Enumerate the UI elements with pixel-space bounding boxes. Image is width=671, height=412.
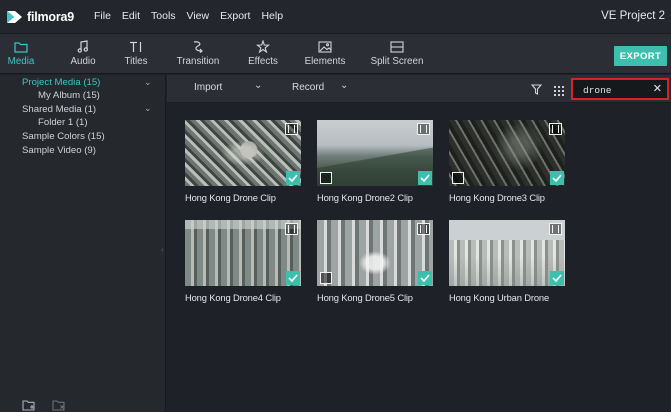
media-clip[interactable]: Hong Kong Drone2 Clip: [317, 120, 433, 203]
clip-title: Hong Kong Drone3 Clip: [449, 192, 545, 203]
grid-view-icon[interactable]: [554, 83, 564, 101]
sparkle-icon: [245, 37, 281, 56]
clip-thumbnail[interactable]: [185, 120, 301, 186]
music-note-icon: [66, 37, 100, 56]
tab-split-screen[interactable]: Split Screen: [370, 37, 424, 68]
media-clip[interactable]: Hong Kong Drone Clip: [185, 120, 301, 203]
sidebar-item-shared-media[interactable]: Shared Media (1): [22, 104, 96, 115]
media-header-bar: Import ⌄ Record ⌄ ✕: [167, 75, 671, 103]
text-cursor-icon: [120, 37, 152, 56]
app-logo: filmora9: [6, 9, 74, 25]
clip-title: Hong Kong Drone2 Clip: [317, 192, 413, 203]
transition-icon: [173, 37, 223, 56]
search-input[interactable]: [583, 83, 653, 97]
chevron-down-icon[interactable]: ⌄: [254, 80, 262, 91]
menu-help[interactable]: Help: [261, 10, 283, 22]
image-icon: [303, 37, 347, 56]
media-grid: Hong Kong Drone Clip Hong Kong Drone2 Cl…: [167, 104, 671, 412]
tab-media-label: Media: [7, 56, 35, 67]
tab-audio-label: Audio: [70, 56, 96, 67]
film-icon: [417, 223, 430, 235]
checkmark-icon: [286, 271, 300, 285]
sidebar-item-my-album[interactable]: My Album (15): [38, 90, 100, 101]
film-icon: [417, 123, 430, 135]
clip-title: Hong Kong Urban Drone: [449, 292, 550, 303]
tab-elements[interactable]: Elements: [303, 37, 347, 68]
main-toolbar: Media Audio Titles Transition Effects El…: [0, 34, 671, 74]
sidebar-item-project-media[interactable]: Project Media (15): [22, 77, 100, 88]
tab-effects[interactable]: Effects: [245, 37, 281, 68]
filmora-logo-icon: [6, 9, 23, 25]
proxy-icon: [320, 272, 332, 284]
film-icon: [549, 223, 562, 235]
media-clip[interactable]: Hong Kong Drone5 Clip: [317, 220, 433, 303]
checkmark-icon: [418, 271, 432, 285]
menu-tools[interactable]: Tools: [151, 10, 176, 22]
clip-thumbnail[interactable]: [185, 220, 301, 286]
tab-split-screen-label: Split Screen: [370, 56, 424, 67]
tab-effects-label: Effects: [248, 56, 278, 67]
checkmark-icon: [550, 271, 564, 285]
export-button[interactable]: EXPORT: [614, 46, 667, 66]
chevron-down-icon[interactable]: ⌄: [340, 80, 348, 91]
collapse-sidebar-handle[interactable]: ‹: [161, 245, 166, 254]
tab-audio[interactable]: Audio: [66, 37, 100, 68]
menu-export[interactable]: Export: [220, 10, 250, 22]
clip-title: Hong Kong Drone Clip: [185, 192, 276, 203]
chevron-down-icon[interactable]: ⌄: [144, 77, 152, 88]
sidebar-item-sample-colors[interactable]: Sample Colors (15): [22, 131, 105, 142]
tab-media[interactable]: Media: [6, 37, 36, 68]
menu-bar: File Edit Tools View Export Help: [94, 10, 294, 22]
project-title: VE Project 2: [601, 10, 665, 22]
menu-edit[interactable]: Edit: [122, 10, 140, 22]
clip-thumbnail[interactable]: [449, 120, 565, 186]
tab-transition-label: Transition: [176, 56, 220, 67]
chevron-down-icon[interactable]: ⌄: [144, 103, 152, 114]
clip-thumbnail[interactable]: [449, 220, 565, 286]
tab-transition[interactable]: Transition: [173, 37, 223, 68]
media-clip[interactable]: Hong Kong Urban Drone: [449, 220, 565, 303]
menu-view[interactable]: View: [187, 10, 210, 22]
clip-title: Hong Kong Drone5 Clip: [317, 292, 413, 303]
search-box: ✕: [571, 78, 669, 100]
checkmark-icon: [286, 171, 300, 185]
clip-thumbnail[interactable]: [317, 220, 433, 286]
film-icon: [285, 223, 298, 235]
clip-thumbnail[interactable]: [317, 120, 433, 186]
close-icon[interactable]: ✕: [653, 82, 662, 95]
clip-title: Hong Kong Drone4 Clip: [185, 292, 281, 303]
tab-titles-label: Titles: [124, 56, 148, 67]
media-library-sidebar: Project Media (15) ⌄ My Album (15) Share…: [0, 75, 166, 412]
sidebar-item-folder-1[interactable]: Folder 1 (1): [38, 117, 88, 128]
delete-folder-icon[interactable]: [52, 398, 67, 412]
import-button[interactable]: Import: [194, 82, 222, 93]
menu-file[interactable]: File: [94, 10, 111, 22]
new-folder-icon[interactable]: [22, 398, 37, 412]
checkmark-icon: [550, 171, 564, 185]
filter-icon[interactable]: [530, 82, 543, 100]
media-clip[interactable]: Hong Kong Drone3 Clip: [449, 120, 565, 203]
checkmark-icon: [418, 171, 432, 185]
proxy-icon: [452, 172, 464, 184]
app-name: filmora9: [27, 10, 75, 24]
folder-icon: [6, 37, 36, 56]
record-button[interactable]: Record: [292, 82, 324, 93]
split-screen-icon: [370, 37, 424, 56]
film-icon: [285, 123, 298, 135]
proxy-icon: [320, 172, 332, 184]
tab-elements-label: Elements: [304, 56, 346, 67]
film-icon: [549, 123, 562, 135]
sidebar-item-sample-video[interactable]: Sample Video (9): [22, 145, 96, 156]
title-bar: filmora9 File Edit Tools View Export Hel…: [0, 0, 671, 34]
tab-titles[interactable]: Titles: [120, 37, 152, 68]
media-clip[interactable]: Hong Kong Drone4 Clip: [185, 220, 301, 303]
